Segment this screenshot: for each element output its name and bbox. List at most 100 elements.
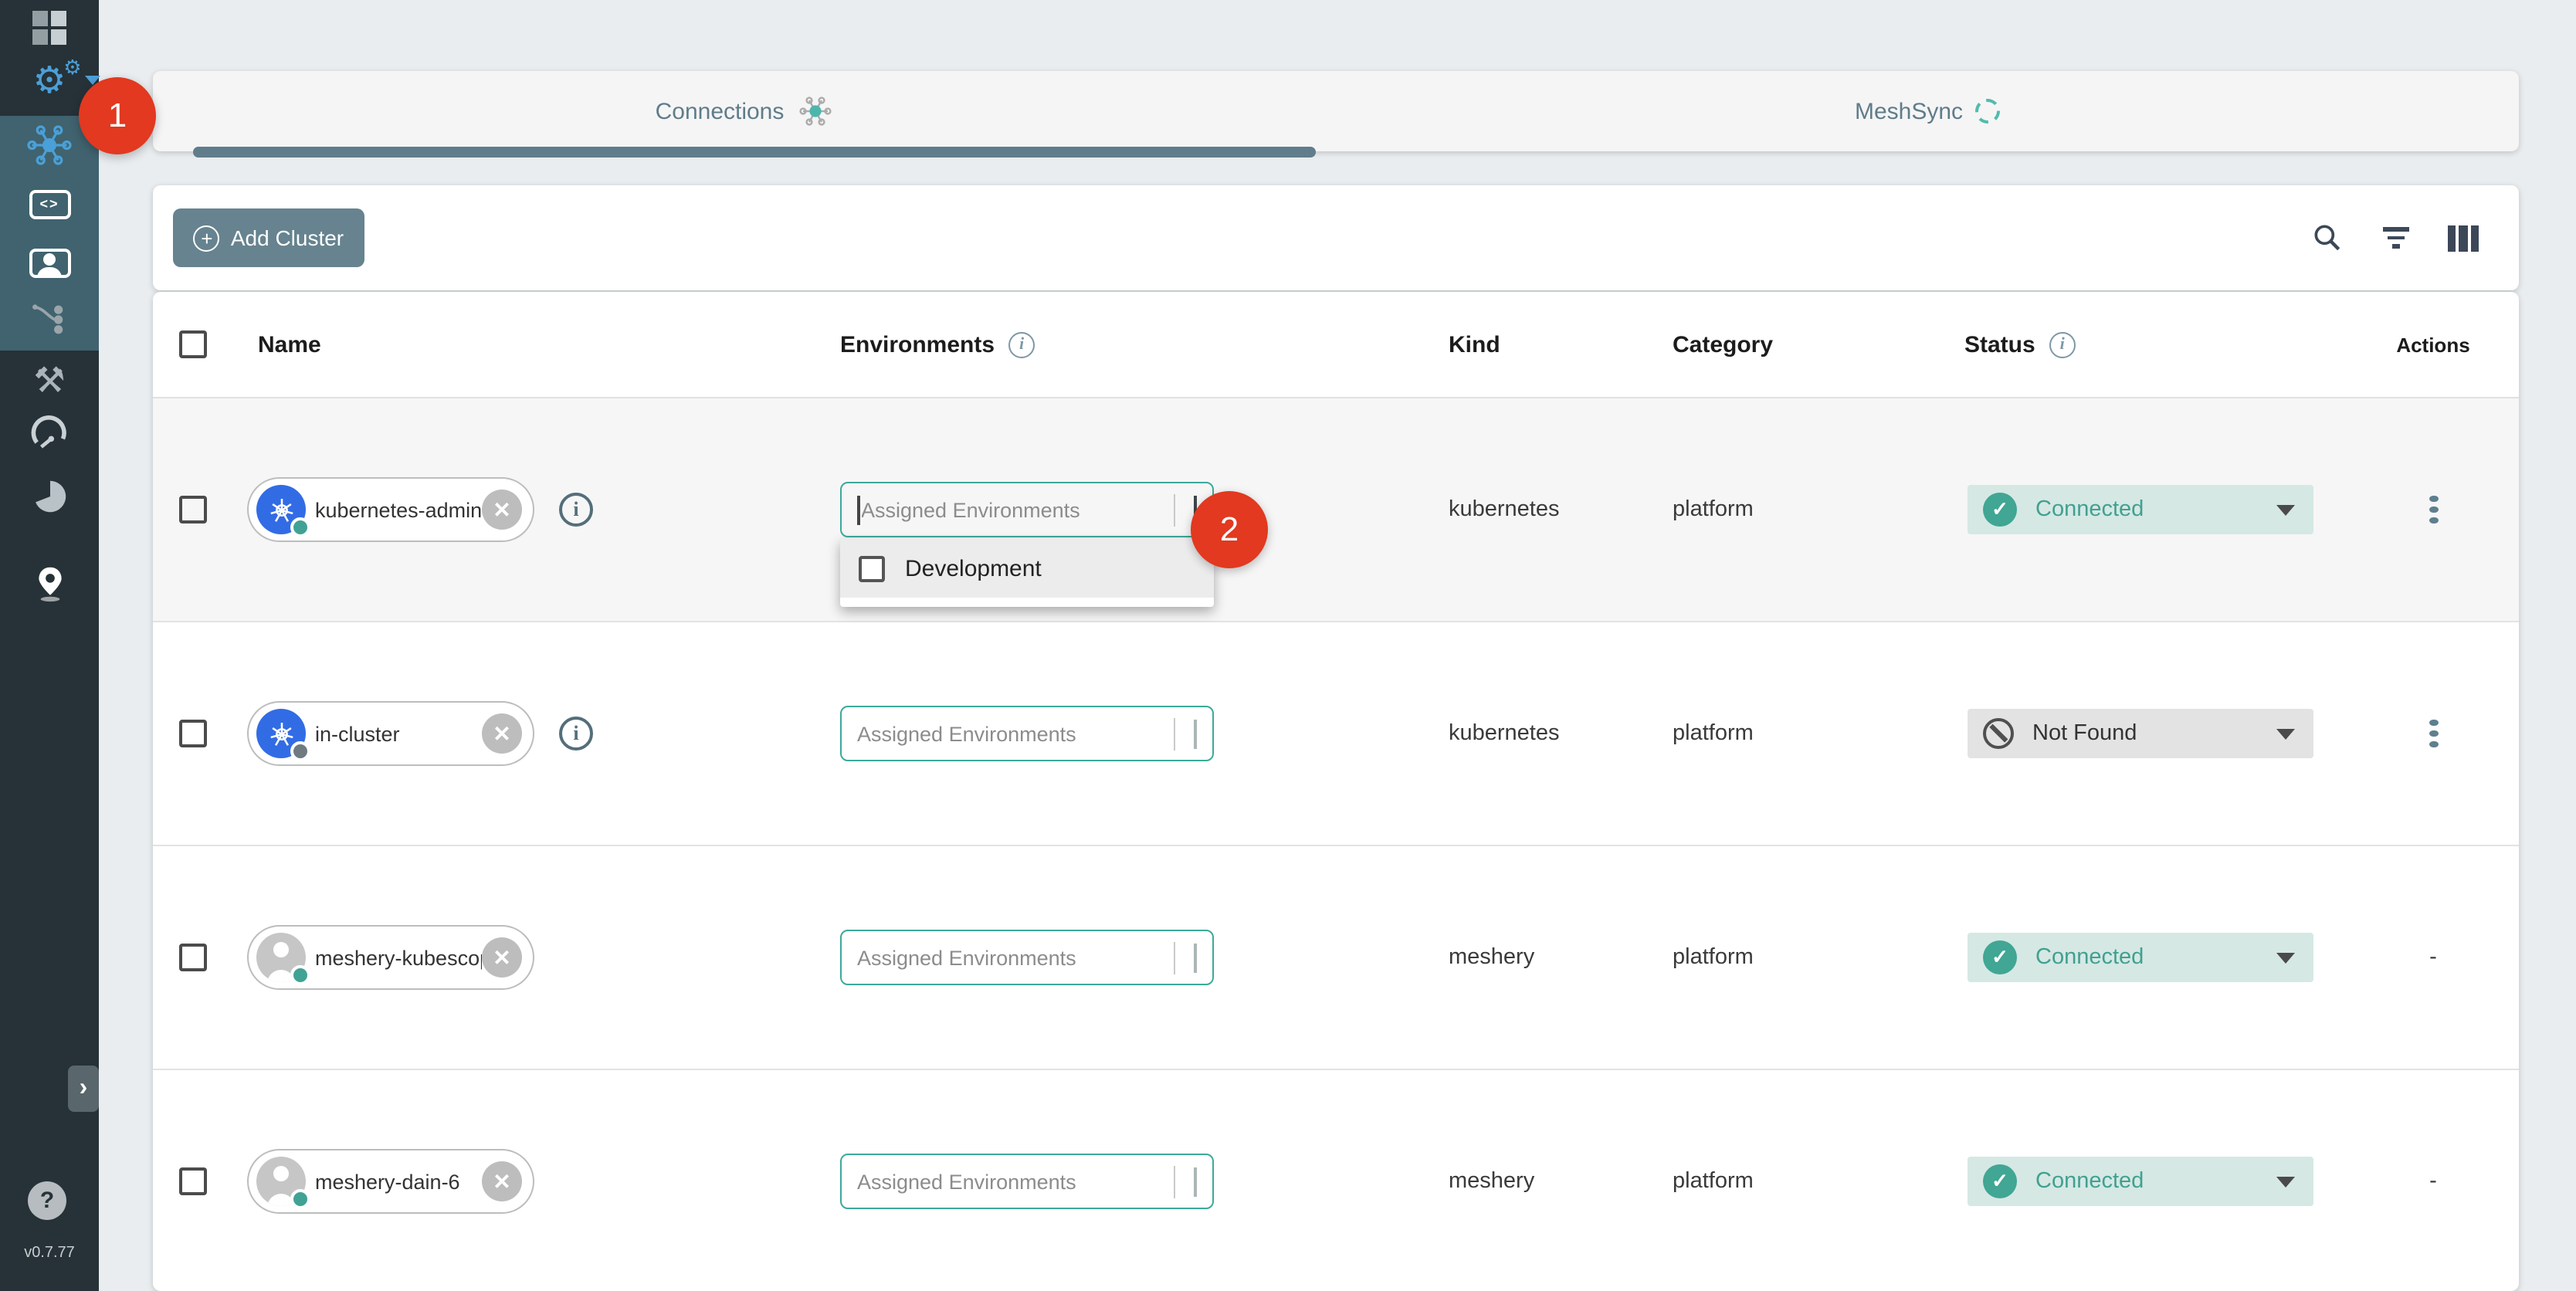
connection-chip[interactable]: meshery-dain-6 ✕ [247, 1149, 534, 1214]
table-row: meshery-dain-6 ✕ Assigned Environments m… [153, 1070, 2519, 1291]
sidebar-item-settings[interactable]: ⚙⚙ [25, 59, 74, 105]
environments-placeholder: Assigned Environments [857, 946, 1164, 969]
table-toolbar: + Add Cluster [153, 185, 2519, 290]
sidebar: ⚙⚙ <> [0, 0, 99, 1291]
connection-status-dot [290, 1189, 310, 1209]
option-checkbox[interactable] [859, 555, 885, 581]
connection-info-icon[interactable]: i [559, 717, 593, 751]
tab-meshsync-label: MeshSync [1855, 98, 1963, 124]
plus-icon: + [194, 225, 220, 251]
environments-select[interactable]: Assigned Environments [840, 482, 1214, 537]
caret-down-icon [2276, 504, 2295, 515]
add-cluster-button[interactable]: + Add Cluster [173, 208, 364, 267]
status-dropdown[interactable]: ✓ Connected [1968, 485, 2313, 534]
not-found-ban-icon [1983, 718, 2014, 749]
status-dropdown[interactable]: ✓ Connected [1968, 1157, 2313, 1206]
sidebar-item-configuration[interactable]: <> [25, 181, 74, 227]
kubernetes-helm-icon [266, 719, 296, 748]
environments-placeholder: Assigned Environments [857, 1170, 1164, 1193]
environments-select[interactable]: Assigned Environments [840, 1154, 1214, 1209]
caret-down-icon [2276, 952, 2295, 963]
remove-connection-icon[interactable]: ✕ [482, 1161, 522, 1201]
help-button[interactable]: ? [28, 1181, 66, 1220]
active-tab-indicator [193, 147, 1316, 158]
select-open-button[interactable] [1194, 720, 1197, 747]
category-value: platform [1673, 945, 1964, 970]
connection-name: kubernetes-admin... [306, 498, 482, 521]
sidebar-item-explore[interactable] [25, 559, 74, 605]
chevron-down-icon [1194, 1167, 1197, 1197]
select-divider [1174, 941, 1175, 974]
row-checkbox[interactable] [179, 944, 207, 971]
tab-connections-label: Connections [656, 98, 785, 124]
connected-check-icon: ✓ [1983, 1164, 2017, 1198]
filter-icon [2382, 228, 2408, 249]
column-category: Category [1673, 331, 1773, 357]
no-actions-dash: - [2429, 945, 2437, 970]
performance-gauge-icon [28, 415, 71, 459]
search-button[interactable] [2309, 219, 2346, 256]
select-open-button[interactable] [1194, 1167, 1197, 1195]
search-icon [2310, 221, 2344, 255]
sidebar-item-remote-session[interactable] [25, 239, 74, 286]
sidebar-item-extensions[interactable] [25, 473, 74, 519]
row-checkbox[interactable] [179, 496, 207, 524]
remove-connection-icon[interactable]: ✕ [482, 490, 522, 530]
environments-info-icon[interactable]: i [1008, 331, 1035, 357]
connected-check-icon: ✓ [1983, 493, 2017, 527]
status-label: Connected [2035, 945, 2144, 970]
kind-value: meshery [1449, 1169, 1673, 1194]
columns-icon [2448, 225, 2479, 251]
environments-select[interactable]: Assigned Environments [840, 930, 1214, 985]
category-value: platform [1673, 721, 1964, 746]
connections-mesh-icon [26, 122, 73, 168]
tab-meshsync[interactable]: MeshSync [1336, 71, 2519, 151]
connection-chip[interactable]: in-cluster ✕ [247, 701, 534, 766]
remove-connection-icon[interactable]: ✕ [482, 713, 522, 754]
remove-connection-icon[interactable]: ✕ [482, 937, 522, 978]
dropdown-option-development[interactable]: Development [840, 539, 1214, 598]
kubernetes-avatar [256, 485, 306, 534]
tab-bar: Connections MeshSync [153, 71, 2519, 151]
dashboard-grid-icon [32, 11, 66, 45]
select-open-button[interactable] [1194, 944, 1197, 971]
row-checkbox[interactable] [179, 1167, 207, 1195]
toolkit-icon: ⚒ [33, 359, 65, 401]
row-actions-menu-button[interactable] [2422, 490, 2444, 530]
status-dropdown[interactable]: Not Found [1968, 709, 2313, 758]
tab-connections[interactable]: Connections [153, 71, 1336, 151]
row-actions-menu-button[interactable] [2422, 713, 2444, 754]
connection-chip[interactable]: kubernetes-admin... ✕ [247, 477, 534, 542]
remote-session-icon [29, 248, 70, 277]
sidebar-item-dashboard[interactable] [25, 5, 74, 51]
status-dropdown[interactable]: ✓ Connected [1968, 933, 2313, 982]
sidebar-item-service-mesh[interactable] [25, 296, 74, 343]
row-checkbox[interactable] [179, 720, 207, 747]
sidebar-expand-button[interactable]: › [68, 1066, 99, 1112]
version-label: v0.7.77 [0, 1245, 99, 1262]
table-header: Name Environments i Kind Category Status… [153, 292, 2519, 398]
connection-info-icon[interactable]: i [559, 493, 593, 527]
sidebar-item-toolkit[interactable]: ⚒ [25, 357, 74, 403]
connection-name: meshery-kubescop... [306, 946, 482, 969]
status-info-icon[interactable]: i [2049, 331, 2076, 357]
caret-down-icon [2276, 728, 2295, 739]
kubernetes-helm-icon [266, 495, 296, 524]
sidebar-item-performance[interactable] [25, 414, 74, 460]
chevron-down-icon [1194, 720, 1197, 749]
connection-chip[interactable]: meshery-kubescop... ✕ [247, 925, 534, 990]
status-label: Connected [2035, 497, 2144, 522]
environments-select[interactable]: Assigned Environments [840, 706, 1214, 761]
kind-value: meshery [1449, 945, 1673, 970]
connections-mesh-spinner-icon [796, 93, 833, 130]
select-all-checkbox[interactable] [179, 330, 207, 358]
view-columns-button[interactable] [2445, 219, 2482, 256]
connection-status-dot [290, 517, 310, 537]
environments-placeholder: Assigned Environments [861, 498, 1164, 521]
environments-placeholder: Assigned Environments [857, 722, 1164, 745]
connection-name: in-cluster [306, 722, 482, 745]
filter-button[interactable] [2377, 219, 2414, 256]
configuration-code-icon: <> [29, 189, 70, 219]
caret-down-icon [2276, 1176, 2295, 1187]
sidebar-item-connections[interactable] [25, 122, 74, 168]
